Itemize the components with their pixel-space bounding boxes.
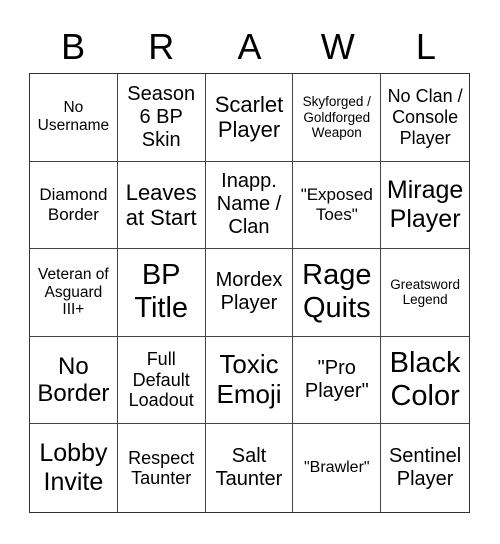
cell-text: No Clan / Console Player [387,86,463,148]
bingo-cell[interactable]: Greatsword Legend [381,249,469,337]
header-letter-l: L [415,26,436,67]
cell-text: Lobby Invite [39,439,108,497]
bingo-cell[interactable]: BP Title [117,249,206,337]
cell-text: Sentinel Player [388,445,462,491]
header-letter-a: A [237,26,262,67]
cell-text: Toxic Emoji [216,349,282,410]
cell-text: BP Title [134,259,189,325]
bingo-cell[interactable]: Black Color [381,337,469,425]
bingo-cell[interactable]: Season 6 BP Skin [117,74,206,162]
cell-text: Veteran of Asguard III+ [38,265,109,319]
cell-text: Skyforged / Goldforged Weapon [302,94,371,141]
bingo-cell[interactable]: Sentinel Player [381,424,469,512]
bingo-card: No Username Season 6 BP Skin Scarlet Pla… [29,73,470,513]
cell-text: Inapp. Name / Clan [216,170,282,239]
cell-text: Rage Quits [302,259,372,325]
bingo-cell[interactable]: Salt Taunter [206,424,294,512]
bingo-cell[interactable]: Mordex Player [205,249,294,337]
header-letter-w: W [320,26,355,67]
cell-text: Black Color [389,346,461,413]
bingo-cell[interactable]: No Username [30,74,118,162]
cell-text: "Exposed Toes" [300,185,373,224]
cell-text: Diamond Border [39,185,108,224]
cell-text: Salt Taunter [215,445,283,491]
header-letter-r: R [148,26,175,67]
bingo-cell[interactable]: Inapp. Name / Clan [205,161,294,250]
bingo-cell[interactable]: Diamond Border [30,161,118,250]
cell-text: No Username [37,99,110,135]
cell-text: Scarlet Player [214,92,284,143]
bingo-cell[interactable]: Toxic Emoji [205,336,294,425]
bingo-cell[interactable]: "Pro Player" [293,336,382,425]
bingo-cell[interactable]: Mirage Player [381,162,469,250]
bingo-cell[interactable]: Rage Quits [293,249,382,337]
bingo-cell[interactable]: "Exposed Toes" [293,161,382,250]
cell-text: "Brawler" [303,458,370,476]
bingo-cell[interactable]: "Brawler" [293,424,382,512]
bingo-cell[interactable]: Respect Taunter [118,424,206,512]
cell-text: Leaves at Start [125,179,197,230]
cell-text: Season 6 BP Skin [127,82,196,151]
bingo-cell[interactable]: Veteran of Asguard III+ [30,249,118,337]
cell-text: No Border [37,352,110,408]
bingo-cell[interactable]: Leaves at Start [117,161,206,250]
bingo-cell[interactable]: Scarlet Player [205,74,294,162]
header-letter-b: B [61,26,86,67]
bingo-cell[interactable]: Lobby Invite [30,424,118,512]
cell-text: Full Default Loadout [128,349,194,411]
bingo-cell[interactable]: No Border [30,336,118,425]
bingo-cell[interactable]: Skyforged / Goldforged Weapon [293,74,382,162]
cell-text: Greatsword Legend [390,276,460,308]
bingo-header: B R A W L [29,22,470,72]
cell-text: Mordex Player [215,269,283,315]
cell-text: Respect Taunter [128,447,195,489]
bingo-cell[interactable]: Full Default Loadout [117,336,206,425]
cell-text: "Pro Player" [304,357,369,403]
cell-text: Mirage Player [386,176,464,233]
bingo-cell[interactable]: No Clan / Console Player [381,74,469,162]
